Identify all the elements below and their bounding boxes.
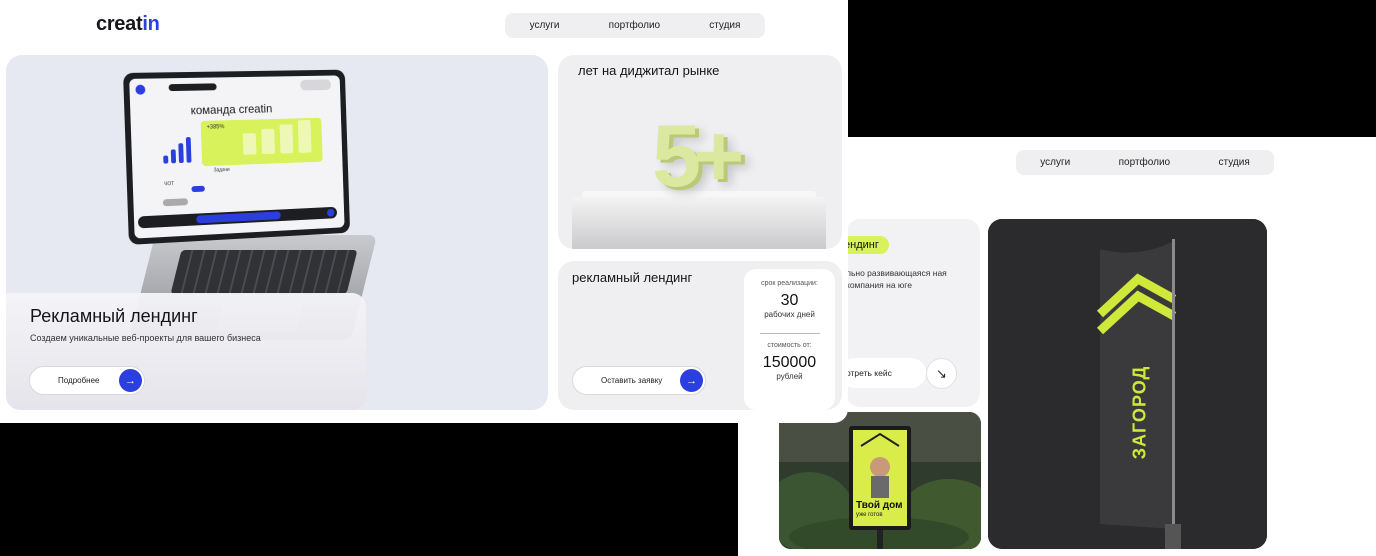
years-title: лет на диджитал рынке [578,63,720,78]
laptop-chart-card: +385% [200,117,323,167]
stats-box: срок реализации: 30 рабочих дней стоимос… [744,269,835,410]
poster-subtitle: уже готов [856,512,883,518]
arrow-right-icon: → [119,369,142,392]
arrow-right-icon: → [680,369,703,392]
laptop-tasks: Задачи [213,167,230,174]
flag-label-wrap: ЗАГОРОД [1130,337,1150,487]
mockup-stage: услуги портфолио студия ендинг льно разв… [0,0,1376,556]
cost-unit: рублей [776,372,803,381]
term-unit: рабочих дней [764,310,815,319]
submit-request-button[interactable]: Оставить заявку → [572,366,706,395]
secondary-nav: услуги портфолио студия [1016,150,1274,175]
main-nav: услуги портфолио студия [505,13,765,38]
nav-item-services[interactable]: услуги [1040,157,1070,168]
poster-photo: Твой дом уже готов [779,412,981,549]
laptop-percent: +385% [206,124,225,131]
view-case-arrow-icon[interactable]: ↘ [926,358,957,389]
nav-item-studio[interactable]: студия [709,20,740,31]
nav-item-services[interactable]: услуги [530,20,560,31]
term-label: срок реализации: [761,280,818,287]
submit-request-label: Оставить заявку [601,376,663,385]
stats-divider [759,333,820,334]
flag-label: ЗАГОРОД [1129,365,1150,459]
landing-title: рекламный лендинг [572,270,693,285]
cost-label: стоимость от: [767,342,812,349]
logo[interactable]: creatin [96,13,160,36]
laptop-report: ЧОТ [164,181,175,188]
app-logo-icon [135,84,146,95]
logo-text: creat [96,13,143,35]
app-toggle [300,79,332,91]
view-case-button[interactable]: отреть кейс [846,358,926,388]
more-button[interactable]: Подробнее → [29,366,145,395]
years-card: лет на диджитал рынке 5+ [558,55,842,249]
case-description: льно развивающаяся ная компания на юге [846,268,947,290]
laptop-heading: команда creatin [190,101,273,118]
laptop-screen: команда creatin +385% Задачи ЧОТ [123,69,351,245]
nav-item-studio[interactable]: студия [1219,157,1250,168]
cost-value: 150000 [762,354,817,371]
years-number: 5+ [652,106,744,205]
laptop-keyboard [170,250,358,294]
laptop-bars-icon [163,137,192,164]
case-card: ендинг льно развивающаяся ная компания н… [846,219,980,407]
flag-card: ЗАГОРОД [988,219,1267,549]
hero-title: Рекламный лендинг [30,306,198,326]
laptop-bottom-bar [137,206,338,229]
nav-item-portfolio[interactable]: портфолио [1119,157,1170,168]
app-nav-bar [168,83,217,92]
logo-accent: in [142,13,160,35]
laptop-display: команда creatin +385% Задачи ЧОТ [129,75,345,239]
case-tag: ендинг [846,236,889,254]
term-value: 30 [780,292,799,309]
poster-title: Твой дом [856,500,903,511]
hero-subtitle: Создаем уникальные веб-проекты для вашег… [30,333,261,343]
more-button-label: Подробнее [58,376,100,385]
nav-item-portfolio[interactable]: портфолио [609,20,660,31]
